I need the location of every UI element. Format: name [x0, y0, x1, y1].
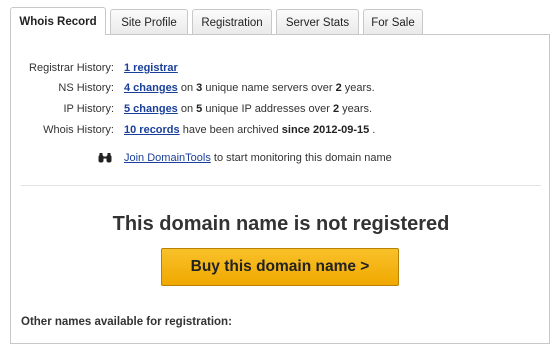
tab-site-profile[interactable]: Site Profile	[110, 9, 188, 35]
registrar-history-label: Registrar History:	[29, 62, 114, 74]
ns-history-value: 4 changes on 3 unique name servers over …	[124, 80, 375, 96]
ns-text-mid: unique name servers over	[202, 82, 336, 94]
binoculars-icon	[98, 153, 112, 163]
tab-server-stats[interactable]: Server Stats	[276, 9, 359, 35]
whois-history-row: Whois History: 10 records have been arch…	[11, 122, 551, 138]
join-description: to start monitoring this domain name	[210, 152, 392, 164]
whois-since: since 2012-09-15	[281, 124, 370, 136]
tab-bar: Whois Record Site Profile Registration S…	[10, 7, 427, 35]
ip-history-row: IP History: 5 changes on 5 unique IP add…	[11, 101, 551, 117]
registrar-history-row: Registrar History: 1 registrar	[11, 60, 551, 76]
whois-text-end: .	[369, 124, 376, 136]
ip-history-link[interactable]: 5 changes	[124, 103, 178, 115]
ip-text-end: years.	[339, 103, 373, 115]
other-names-heading: Other names available for registration:	[21, 316, 232, 328]
ip-history-label: IP History:	[63, 103, 114, 115]
ns-history-link[interactable]: 4 changes	[124, 82, 178, 94]
ip-history-value: 5 changes on 5 unique IP addresses over …	[124, 101, 372, 117]
ns-text-end: years.	[341, 82, 375, 94]
join-text: Join DomainTools to start monitoring thi…	[124, 150, 392, 166]
tab-whois-record[interactable]: Whois Record	[10, 7, 106, 35]
whois-history-link[interactable]: 10 records	[124, 124, 180, 136]
buy-domain-button[interactable]: Buy this domain name >	[161, 248, 399, 286]
whois-history-value: 10 records have been archived since 2012…	[124, 122, 375, 138]
divider	[21, 185, 541, 186]
registrar-history-value: 1 registrar	[124, 60, 178, 76]
join-row: Join DomainTools to start monitoring thi…	[11, 150, 551, 166]
whois-panel: Registrar History: 1 registrar NS Histor…	[10, 34, 550, 344]
tab-registration[interactable]: Registration	[192, 9, 272, 35]
ns-text-on: on	[177, 82, 197, 94]
ns-history-row: NS History: 4 changes on 3 unique name s…	[11, 80, 551, 96]
join-domaintools-link[interactable]: Join DomainTools	[124, 152, 211, 164]
ip-text-mid: unique IP addresses over	[202, 103, 333, 115]
ns-history-label: NS History:	[58, 82, 114, 94]
not-registered-heading: This domain name is not registered	[112, 213, 450, 235]
tab-for-sale[interactable]: For Sale	[363, 9, 423, 35]
registrar-history-link[interactable]: 1 registrar	[124, 62, 178, 74]
ip-text-on: on	[177, 103, 197, 115]
whois-history-label: Whois History:	[43, 124, 114, 136]
whois-text-archived: have been archived	[179, 124, 282, 136]
